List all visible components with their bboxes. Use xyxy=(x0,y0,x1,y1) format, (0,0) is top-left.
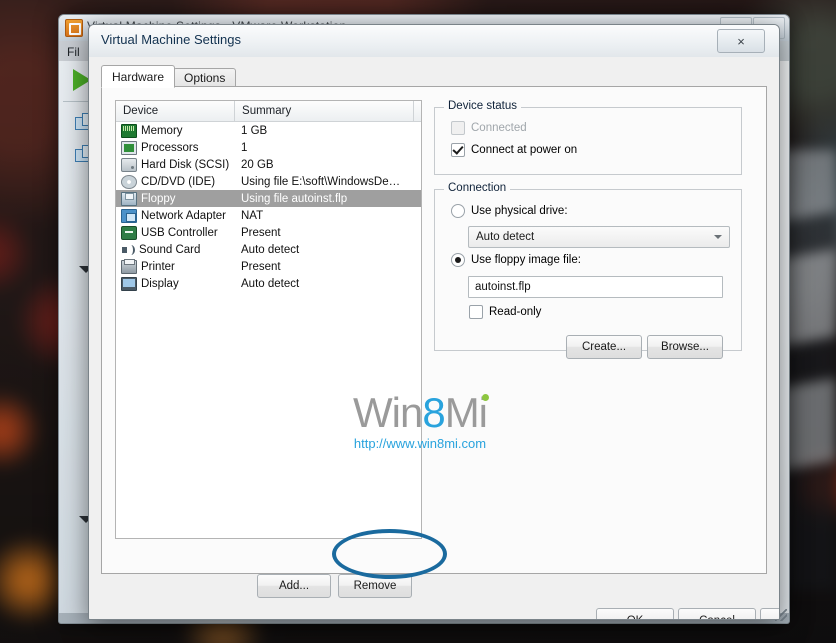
network-adapter-icon xyxy=(121,208,137,223)
help-button[interactable]: Help xyxy=(760,608,779,619)
tab-options[interactable]: Options xyxy=(173,68,237,88)
screenshot-root: Virtual Machine Settings - VMware Workst… xyxy=(0,0,836,643)
hardware-tab-panel: Device Summary Memory 1 GB Processors 1 Hard… xyxy=(101,86,767,598)
device-name-cell: Display xyxy=(116,276,234,291)
device-summary-cell: NAT xyxy=(241,209,264,222)
processor-icon xyxy=(121,140,137,155)
dialog-titlebar: Virtual Machine Settings × xyxy=(89,25,779,58)
use-floppy-image-row[interactable]: Use floppy image file: xyxy=(451,253,581,267)
hard-disk-icon xyxy=(121,157,137,172)
usb-controller-icon xyxy=(121,225,137,240)
floppy-image-path-input[interactable]: autoinst.flp xyxy=(468,276,723,298)
vmware-file-menu[interactable]: Fil xyxy=(67,45,80,59)
device-summary-cell: Using file E:\soft\WindowsDe… xyxy=(241,175,401,188)
sound-card-icon xyxy=(121,244,135,256)
tab-hardware[interactable]: Hardware xyxy=(101,65,176,88)
use-physical-drive-row[interactable]: Use physical drive: xyxy=(451,204,568,218)
create-button[interactable]: Create... xyxy=(566,335,642,359)
vmware-icon xyxy=(65,19,83,37)
device-name-cell: Sound Card xyxy=(116,244,234,256)
device-row[interactable]: Memory 1 GB xyxy=(116,122,421,139)
read-only-row[interactable]: Read-only xyxy=(469,305,541,319)
device-summary-cell: Auto detect xyxy=(241,277,300,290)
device-summary-cell: Auto detect xyxy=(241,243,300,256)
chevron-down-icon xyxy=(714,235,722,239)
connected-checkbox-row[interactable]: Connected xyxy=(451,121,527,135)
cancel-button[interactable]: Cancel xyxy=(678,608,756,619)
read-only-checkbox[interactable] xyxy=(469,305,483,319)
connect-at-power-on-label: Connect at power on xyxy=(471,144,578,156)
cd-dvd-icon xyxy=(121,174,137,189)
device-name-cell: Network Adapter xyxy=(116,208,234,223)
device-name-label: Hard Disk (SCSI) xyxy=(141,158,230,171)
device-name-label: CD/DVD (IDE) xyxy=(141,175,216,188)
device-row[interactable]: Display Auto detect xyxy=(116,275,421,292)
column-header-summary: Summary xyxy=(235,101,414,121)
device-name-cell: Processors xyxy=(116,140,234,155)
device-summary-cell: 1 GB xyxy=(241,124,268,137)
connected-label: Connected xyxy=(471,122,527,134)
device-name-label: Printer xyxy=(141,260,175,273)
physical-drive-selected-value: Auto detect xyxy=(476,231,535,243)
device-status-legend: Device status xyxy=(444,100,522,112)
device-name-label: Network Adapter xyxy=(141,209,227,222)
device-name-label: Floppy xyxy=(141,192,176,205)
device-summary-cell: Present xyxy=(241,260,281,273)
device-row[interactable]: Processors 1 xyxy=(116,139,421,156)
floppy-image-path-value: autoinst.flp xyxy=(475,281,531,293)
use-floppy-image-label: Use floppy image file: xyxy=(471,254,581,266)
ok-button[interactable]: OK xyxy=(596,608,674,619)
browse-button[interactable]: Browse... xyxy=(647,335,723,359)
device-summary-cell: 1 xyxy=(241,141,248,154)
floppy-icon xyxy=(121,191,137,206)
use-physical-drive-label: Use physical drive: xyxy=(471,205,568,217)
device-summary-cell: 20 GB xyxy=(241,158,274,171)
use-floppy-image-radio[interactable] xyxy=(451,253,465,267)
device-row[interactable]: Network Adapter NAT xyxy=(116,207,421,224)
display-icon xyxy=(121,276,137,291)
device-name-cell: CD/DVD (IDE) xyxy=(116,174,234,189)
device-rows-container: Memory 1 GB Processors 1 Hard Disk (SCSI) 20 … xyxy=(116,122,421,292)
connect-at-power-on-checkbox[interactable] xyxy=(451,143,465,157)
device-name-label: Memory xyxy=(141,124,183,137)
device-name-cell: Printer xyxy=(116,258,234,274)
device-row[interactable]: USB Controller Present xyxy=(116,224,421,241)
connected-checkbox xyxy=(451,121,465,135)
connect-at-power-on-row[interactable]: Connect at power on xyxy=(451,143,577,157)
connection-group: Connection Use physical drive: Auto dete… xyxy=(434,182,742,359)
dialog-body: Hardware Options Device Summary Memory 1 … xyxy=(89,57,779,619)
device-name-cell: Hard Disk (SCSI) xyxy=(116,157,234,172)
device-row[interactable]: CD/DVD (IDE) Using file E:\soft\WindowsDe… xyxy=(116,173,421,190)
printer-icon xyxy=(121,258,137,274)
add-device-button[interactable]: Add... xyxy=(257,574,331,598)
device-list[interactable]: Device Summary Memory 1 GB Processors 1 Hard… xyxy=(115,100,422,539)
device-status-group: Device status Connected Connect at power… xyxy=(434,100,742,175)
virtual-machine-settings-dialog: Virtual Machine Settings × Hardware Opti… xyxy=(88,24,780,620)
device-list-header: Device Summary xyxy=(116,101,421,122)
device-row[interactable]: Sound Card Auto detect xyxy=(116,241,421,258)
device-name-label: Display xyxy=(141,277,179,290)
device-summary-cell: Present xyxy=(241,226,281,239)
remove-device-button[interactable]: Remove xyxy=(338,574,412,598)
device-name-cell: Memory xyxy=(116,123,234,138)
physical-drive-select[interactable]: Auto detect xyxy=(468,226,730,248)
device-row[interactable]: Hard Disk (SCSI) 20 GB xyxy=(116,156,421,173)
device-summary-cell: Using file autoinst.flp xyxy=(241,192,348,205)
dialog-title: Virtual Machine Settings xyxy=(101,32,241,47)
column-header-device: Device xyxy=(116,101,236,121)
memory-icon xyxy=(121,123,137,138)
device-row[interactable]: Printer Present xyxy=(116,258,421,275)
use-physical-drive-radio[interactable] xyxy=(451,204,465,218)
device-name-cell: Floppy xyxy=(116,191,234,206)
device-row[interactable]: Floppy Using file autoinst.flp xyxy=(116,190,421,207)
read-only-label: Read-only xyxy=(489,306,542,318)
device-name-cell: USB Controller xyxy=(116,225,234,240)
device-name-label: Sound Card xyxy=(139,243,201,256)
device-name-label: USB Controller xyxy=(141,226,218,239)
column-header-spacer xyxy=(414,101,421,121)
dialog-close-icon[interactable]: × xyxy=(717,29,765,53)
device-name-label: Processors xyxy=(141,141,199,154)
connection-legend: Connection xyxy=(444,182,511,194)
